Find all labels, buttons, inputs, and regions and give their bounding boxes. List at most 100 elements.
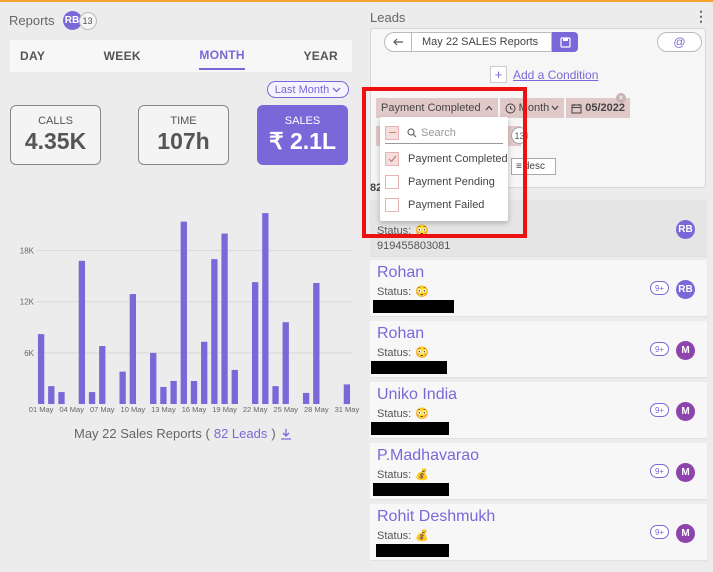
period-tabs: DAY WEEK MONTH YEAR <box>10 40 352 72</box>
calendar-icon <box>571 103 582 113</box>
tab-month[interactable]: MONTH <box>199 42 245 70</box>
avatar[interactable]: M <box>676 463 695 482</box>
search-input[interactable]: Search <box>421 127 456 139</box>
sales-bar-chart: 6K 12K 18K 01 May 04 May 07 May 10 May 13 May 16… <box>20 213 359 414</box>
leads-link[interactable]: 82 Leads <box>214 426 268 441</box>
chart-bar <box>211 259 218 404</box>
lead-name[interactable]: Rohit Deshmukh <box>377 508 495 526</box>
x-tick-label: 13 May <box>151 405 176 414</box>
save-button[interactable] <box>552 32 578 52</box>
time-label: TIME <box>170 115 197 127</box>
status-label: Status: <box>377 285 412 298</box>
time-card[interactable]: TIME 107h <box>138 105 229 165</box>
status-label: Status: <box>377 224 412 237</box>
checkbox[interactable] <box>385 198 399 212</box>
back-button[interactable] <box>384 32 412 52</box>
chart-bar <box>37 334 45 404</box>
lead-status: Status: 😳 <box>377 285 429 299</box>
count-badge[interactable]: 9+ <box>650 281 669 295</box>
chart-bar <box>231 369 238 404</box>
calls-label: CALLS <box>38 115 73 127</box>
deselect-all-checkbox[interactable] <box>385 125 399 140</box>
x-tick-label: 04 May <box>59 405 84 414</box>
period-select[interactable]: Last Month <box>267 81 349 98</box>
chart-bar <box>252 282 259 404</box>
sales-label: SALES <box>284 115 321 127</box>
chart-bar <box>282 322 289 404</box>
chart-bar <box>119 371 126 404</box>
avatar[interactable]: M <box>676 524 695 543</box>
filter-chip-payment-label: Payment Completed <box>381 102 481 114</box>
count-badge[interactable]: 9+ <box>650 525 669 539</box>
avatar[interactable]: RB <box>676 220 695 239</box>
lead-item[interactable]: Uniko India Status: 😳 9+ M <box>370 382 707 439</box>
tab-week[interactable]: WEEK <box>104 43 141 69</box>
at-icon[interactable]: @ <box>657 32 702 52</box>
chart-bar <box>88 392 96 404</box>
lead-status: Status: 💰 <box>377 529 429 543</box>
sort-button[interactable]: ≡ desc <box>511 158 556 175</box>
calls-card[interactable]: CALLS 4.35K <box>10 105 101 165</box>
add-condition[interactable]: + Add a Condition <box>490 66 598 83</box>
status-emoji: 💰 <box>415 469 429 481</box>
plus-icon[interactable]: + <box>490 66 507 83</box>
x-tick-label: 16 May <box>182 405 207 414</box>
lead-name[interactable]: Rohan <box>377 325 424 343</box>
avatar[interactable]: M <box>676 402 695 421</box>
lead-name[interactable]: Uniko India <box>377 386 457 404</box>
report-name-field[interactable]: May 22 SALES Reports <box>412 32 552 52</box>
lead-name[interactable]: Rohan <box>377 264 424 282</box>
option-payment-failed[interactable]: Payment Failed <box>385 194 484 216</box>
chart-bar <box>48 386 55 404</box>
redacted-phone <box>371 361 447 374</box>
option-payment-completed[interactable]: Payment Completed <box>385 148 508 170</box>
lead-item[interactable]: Rohit Deshmukh Status: 💰 9+ M <box>370 504 707 561</box>
option-label: Payment Completed <box>408 153 508 165</box>
chart-bar <box>58 392 65 404</box>
x-tick-label: 01 May <box>29 405 54 414</box>
filter-chip-payment[interactable]: Payment Completed <box>376 98 498 118</box>
filter-chip-period-label: Month <box>518 102 550 114</box>
clock-icon <box>505 103 516 113</box>
sales-card[interactable]: SALES ₹ 2.1L <box>257 105 348 165</box>
avatar[interactable]: M <box>676 341 695 360</box>
lead-item[interactable]: Rohan Status: 😳 9+ RB <box>370 260 707 317</box>
x-tick-label: 19 May <box>212 405 237 414</box>
lead-name[interactable]: P.Madhavarao <box>377 447 479 465</box>
x-tick-label: 25 May <box>273 405 298 414</box>
option-payment-pending[interactable]: Payment Pending <box>385 171 495 193</box>
chevron-down-icon <box>332 87 341 92</box>
redacted-phone <box>376 544 449 557</box>
download-icon[interactable] <box>280 428 292 440</box>
chart-bar <box>160 386 167 404</box>
dropdown-search[interactable]: Search <box>385 122 503 144</box>
sort-label: desc <box>523 161 545 172</box>
caption-text: May 22 Sales Reports ( <box>74 426 210 441</box>
count-badge[interactable]: 9+ <box>650 403 669 417</box>
report-bar: May 22 SALES Reports <box>384 32 578 52</box>
x-tick-label: 28 May <box>304 405 329 414</box>
tab-day[interactable]: DAY <box>20 43 45 69</box>
kebab-icon[interactable]: ⋮ <box>694 8 708 25</box>
reports-header: Reports RB 13 <box>9 11 97 30</box>
status-label: Status: <box>377 346 412 359</box>
chevron-down-icon <box>551 105 559 111</box>
lead-item[interactable]: P.Madhavarao Status: 💰 9+ M <box>370 443 707 500</box>
lead-status: Status: 😳 <box>377 346 429 360</box>
checkbox[interactable] <box>385 175 399 189</box>
filter-chip-period[interactable]: Month <box>499 98 565 118</box>
avatar-count-badge[interactable]: 13 <box>78 11 97 30</box>
search-icon <box>407 127 417 137</box>
count-badge[interactable]: 9+ <box>650 342 669 356</box>
add-condition-label[interactable]: Add a Condition <box>513 68 598 82</box>
close-icon[interactable]: ✕ <box>616 93 626 103</box>
chart-bar <box>262 213 269 404</box>
avatar[interactable]: RB <box>676 280 695 299</box>
checkbox-checked[interactable] <box>385 152 399 166</box>
tab-year[interactable]: YEAR <box>303 43 338 69</box>
chart-bar <box>201 341 208 404</box>
lead-item[interactable]: Rohan Status: 😳 9+ M <box>370 321 707 378</box>
lead-status: Status: 💰 <box>377 468 429 482</box>
count-badge[interactable]: 9+ <box>650 464 669 478</box>
reports-title: Reports <box>9 13 55 28</box>
